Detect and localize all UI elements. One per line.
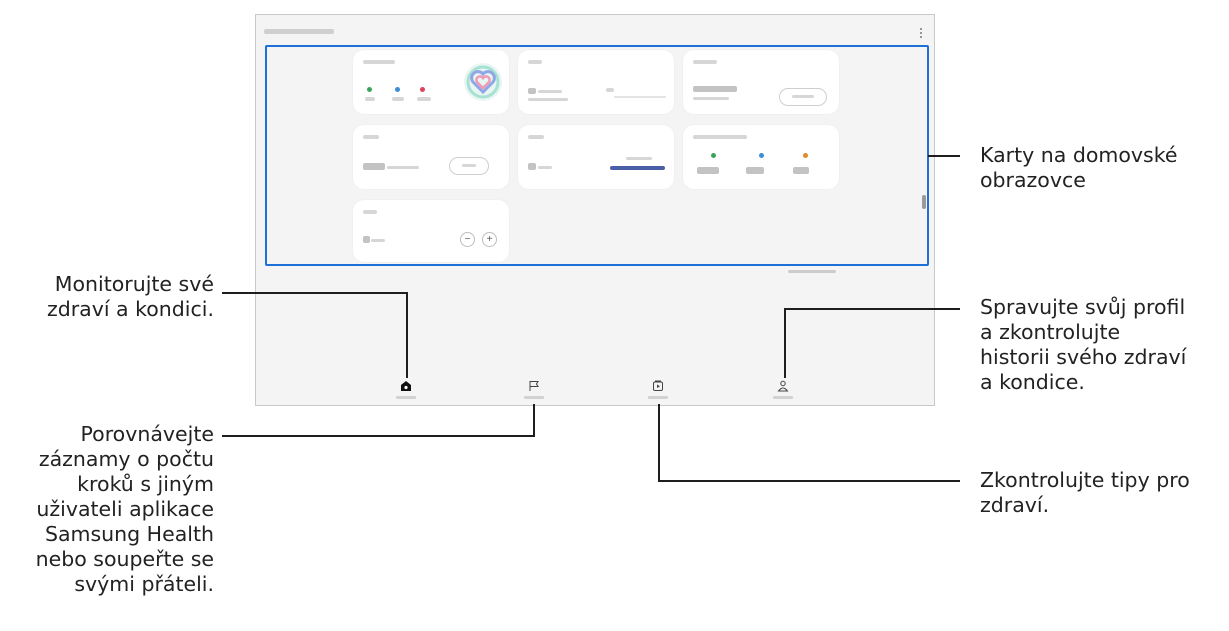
leader-line-profile-h — [784, 308, 960, 310]
callout-profile: Spravujte svůj profil a zkontrolujte his… — [980, 295, 1187, 394]
tablet-screen: − + — [255, 14, 935, 406]
side-panel-handle[interactable] — [922, 195, 926, 209]
nav-together-label — [524, 396, 544, 399]
more-vertical-icon[interactable] — [920, 28, 923, 40]
callout-home: Monitorujte své zdraví a kondici. — [46, 272, 214, 321]
nav-profile-label — [773, 396, 793, 399]
nav-together[interactable] — [514, 380, 554, 399]
callout-cards: Karty na domovské obrazovce — [980, 143, 1178, 192]
leader-line-home-h — [222, 292, 408, 294]
page-indicator — [788, 270, 836, 273]
home-cards-highlight — [265, 45, 929, 266]
leader-line-cards — [928, 155, 960, 157]
callout-discover: Zkontrolujte tipy pro zdraví. — [980, 468, 1190, 517]
app-title — [264, 29, 334, 34]
nav-profile[interactable] — [763, 380, 803, 399]
callout-together: Porovnávejte záznamy o počtu kroků s jin… — [35, 422, 214, 596]
leader-line-together-v — [533, 404, 535, 437]
leader-line-profile-v — [784, 308, 786, 378]
home-icon — [401, 381, 411, 391]
leader-line-home-v — [406, 292, 408, 378]
play-card-icon — [653, 380, 663, 391]
leader-line-discover-v — [658, 404, 660, 482]
nav-discover[interactable] — [638, 380, 678, 399]
leader-line-together-h — [222, 435, 535, 437]
nav-home[interactable] — [386, 380, 426, 399]
nav-home-label — [396, 396, 416, 399]
flag-icon — [529, 381, 539, 391]
nav-discover-label — [648, 396, 668, 399]
leader-line-discover-h — [658, 480, 960, 482]
person-icon — [777, 380, 789, 392]
